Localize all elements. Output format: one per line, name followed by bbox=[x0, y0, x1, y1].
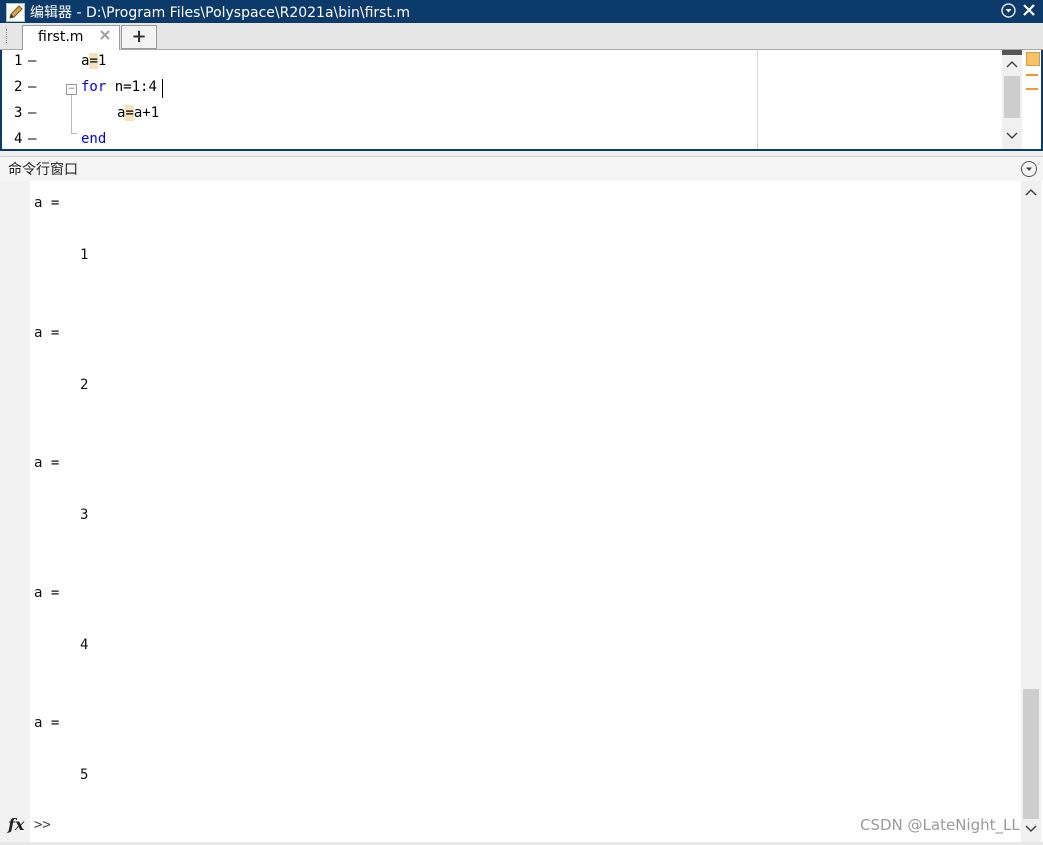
close-tab-icon[interactable] bbox=[99, 29, 111, 45]
code-line-2[interactable]: for n=1:4 bbox=[81, 79, 157, 95]
code-line-3[interactable]: a=a+1 bbox=[117, 105, 159, 121]
breakpoint-marker[interactable]: — bbox=[28, 105, 36, 121]
circle-chevron-down-icon[interactable] bbox=[1000, 3, 1016, 19]
new-tab-button[interactable]: + bbox=[121, 25, 157, 49]
command-window-title: 命令行窗口 bbox=[8, 162, 78, 178]
line-number-row: 2 — bbox=[0, 76, 60, 102]
output-variable-label: a = bbox=[34, 455, 60, 471]
output-value: 5 bbox=[80, 767, 89, 783]
output-variable-label: a = bbox=[34, 325, 60, 341]
editor-pencil-icon bbox=[6, 3, 25, 22]
code-editor[interactable] bbox=[0, 50, 1043, 151]
line-number: 2 bbox=[14, 79, 23, 95]
scrollbar-split-handle[interactable] bbox=[1002, 50, 1022, 55]
editor-tab-bar: first.m + bbox=[0, 23, 1043, 50]
scrollbar-thumb[interactable] bbox=[1023, 689, 1039, 819]
code-token: a+1 bbox=[133, 105, 160, 121]
breakpoint-marker[interactable]: — bbox=[28, 79, 36, 95]
line-number: 3 bbox=[14, 105, 23, 121]
warning-marker[interactable] bbox=[1026, 88, 1038, 90]
right-text-limit-line bbox=[757, 50, 758, 149]
output-value: 1 bbox=[80, 247, 89, 263]
circle-chevron-down-icon[interactable] bbox=[1021, 161, 1037, 177]
chevron-down-icon[interactable] bbox=[1006, 130, 1018, 143]
code-analyzer-bar bbox=[1023, 50, 1041, 149]
editor-window-title: 编辑器 - D:\Program Files\Polyspace\R2021a\… bbox=[30, 5, 411, 21]
command-window-header: 命令行窗口 bbox=[0, 156, 1043, 182]
command-window-scrollbar[interactable] bbox=[1021, 181, 1041, 842]
chevron-down-icon[interactable] bbox=[1025, 823, 1037, 836]
line-number: 4 bbox=[14, 131, 23, 147]
code-line-4[interactable]: end bbox=[81, 131, 106, 147]
scrollbar-thumb[interactable] bbox=[1004, 76, 1020, 118]
output-value: 4 bbox=[80, 637, 89, 653]
code-keyword: end bbox=[81, 131, 107, 147]
command-window[interactable]: a = 1 a = 2 a = 3 a = 4 a = 5 fx >> CSDN… bbox=[0, 181, 1043, 842]
code-fold-toggle[interactable]: − bbox=[66, 84, 77, 95]
line-number: 1 bbox=[14, 53, 23, 69]
breakpoint-marker[interactable]: — bbox=[28, 53, 36, 69]
chevron-up-icon[interactable] bbox=[1025, 186, 1037, 199]
tab-grip-handle[interactable] bbox=[6, 29, 10, 43]
command-window-margin bbox=[0, 181, 30, 842]
output-variable-label: a = bbox=[34, 715, 60, 731]
output-variable-label: a = bbox=[34, 195, 60, 211]
close-icon[interactable] bbox=[1021, 3, 1037, 19]
line-number-row: 1 — bbox=[0, 50, 60, 76]
function-browser-fx-icon[interactable]: fx bbox=[8, 815, 24, 834]
tab-first-m[interactable]: first.m bbox=[22, 25, 120, 50]
output-value: 2 bbox=[80, 377, 89, 393]
line-number-row: 4 — bbox=[0, 128, 60, 154]
code-token-highlight: = bbox=[89, 53, 98, 69]
fold-guide-line bbox=[71, 95, 72, 133]
warning-marker[interactable] bbox=[1026, 74, 1038, 76]
code-token-highlight: = bbox=[125, 105, 134, 121]
line-number-row: 3 — bbox=[0, 102, 60, 128]
code-line-1[interactable]: a=1 bbox=[81, 53, 106, 69]
text-caret bbox=[162, 79, 163, 98]
tab-label: first.m bbox=[38, 29, 84, 45]
output-value: 3 bbox=[80, 507, 89, 523]
output-variable-label: a = bbox=[34, 585, 60, 601]
breakpoint-marker[interactable]: — bbox=[28, 131, 36, 147]
warning-status-icon[interactable] bbox=[1026, 52, 1040, 66]
chevron-up-icon[interactable] bbox=[1006, 58, 1018, 71]
watermark-text: CSDN @LateNight_LL bbox=[860, 816, 1020, 834]
code-keyword: for bbox=[81, 79, 107, 95]
editor-titlebar: 编辑器 - D:\Program Files\Polyspace\R2021a\… bbox=[0, 0, 1043, 23]
code-token: n=1:4 bbox=[106, 79, 157, 95]
editor-vertical-scrollbar[interactable] bbox=[1002, 50, 1022, 149]
fold-guide-end bbox=[71, 133, 77, 134]
command-prompt[interactable]: >> bbox=[34, 817, 51, 833]
code-token: 1 bbox=[97, 53, 107, 69]
